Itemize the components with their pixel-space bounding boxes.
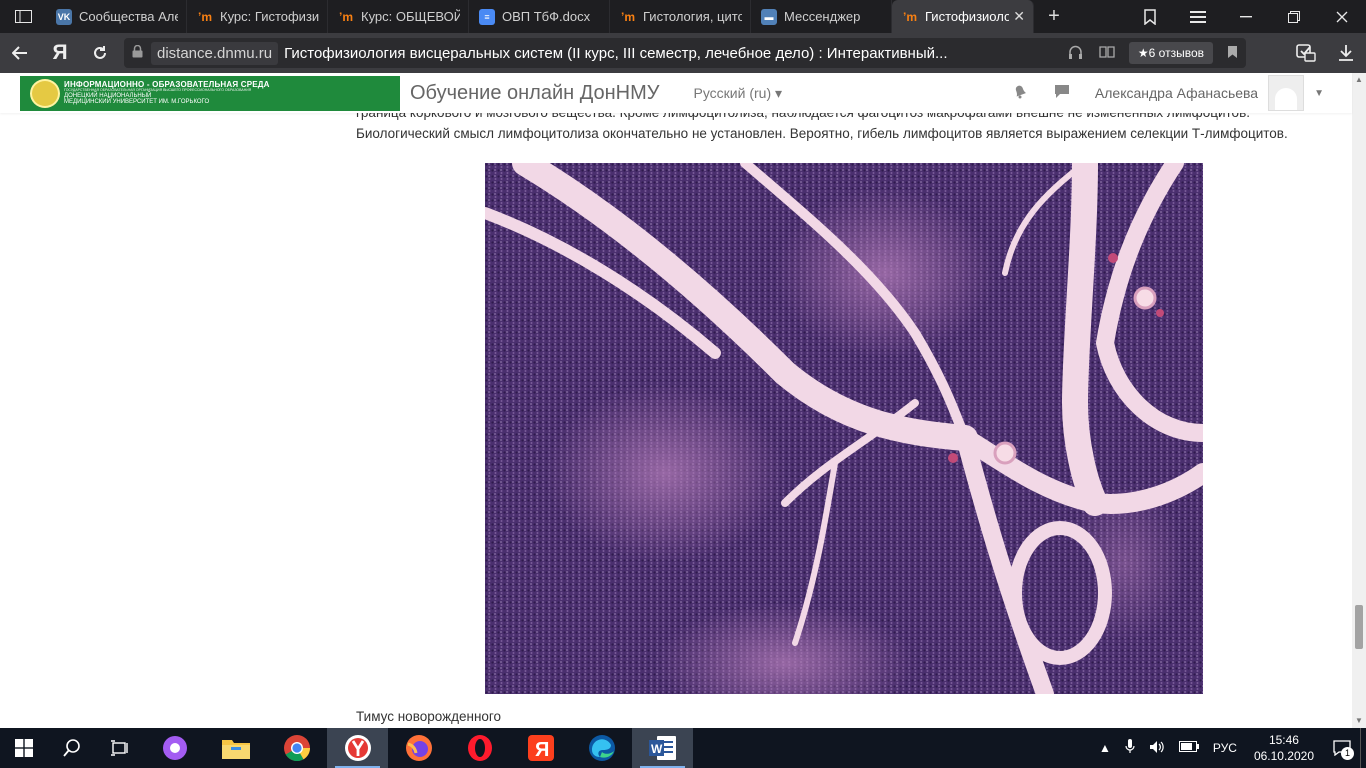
bookmark-add-icon[interactable] <box>1227 45 1238 62</box>
download-icon[interactable] <box>1326 33 1366 73</box>
image-caption: Тимус новорожденного <box>356 709 502 724</box>
user-name[interactable]: Александра Афанасьева <box>1095 85 1258 101</box>
address-bar: Я distance.dnmu.ru Гистофизиология висце… <box>0 33 1366 73</box>
new-tab-button[interactable]: + <box>1034 0 1074 33</box>
page-scrollbar[interactable]: ▲ ▼ <box>1352 73 1366 728</box>
close-tab-icon[interactable]: ✕ <box>1013 8 1025 25</box>
main-content: граница коркового и мозгового вещества. … <box>0 113 1352 728</box>
show-desktop-button[interactable] <box>1360 728 1366 768</box>
firefox-icon[interactable] <box>388 728 449 768</box>
tab-title: Гистофизиоло <box>925 9 1010 24</box>
tab-title: Курс: Гистофизи <box>220 9 319 24</box>
tab-title: ОВП ТбФ.docx <box>502 9 591 24</box>
chevron-up-icon[interactable]: ▲ <box>1099 741 1111 755</box>
battery-icon[interactable] <box>1178 741 1199 755</box>
default-user-icon <box>1275 88 1298 110</box>
reload-icon[interactable] <box>80 33 120 73</box>
language-label: Русский ‎(ru)‎ <box>693 84 772 101</box>
reviews-count: 6 отзывов <box>1148 46 1204 60</box>
doc-icon: ≡ <box>479 8 495 25</box>
scrollbar-thumb[interactable] <box>1355 605 1363 649</box>
keyboard-language[interactable]: РУС <box>1213 741 1237 755</box>
minimize-icon[interactable] <box>1222 0 1270 33</box>
browser-tab[interactable]: ʼm Гистология, цито <box>610 0 751 33</box>
lesson-paragraph: граница коркового и мозгового вещества. … <box>356 113 1288 141</box>
messages-icon[interactable] <box>1041 84 1083 103</box>
back-icon[interactable] <box>0 33 40 73</box>
yandex-browser-icon[interactable] <box>327 728 388 768</box>
chrome-icon[interactable] <box>266 728 327 768</box>
browser-tab-strip: VK Сообщества Але ʼm Курс: Гистофизи ʼm … <box>0 0 1366 33</box>
tab-title: Мессенджер <box>784 9 861 24</box>
yandex-logo-icon[interactable]: Я <box>40 33 80 73</box>
url-page-title: Гистофизиология висцеральных систем (II … <box>284 44 948 62</box>
reviews-badge[interactable]: ★6 отзывов <box>1128 42 1213 64</box>
language-menu[interactable]: Русский ‎(ru)‎ ▾ <box>694 85 783 102</box>
browser-tab[interactable]: ▬ Мессенджер <box>751 0 892 33</box>
user-menu-caret-icon[interactable]: ▼ <box>1314 88 1324 99</box>
clock-date: 06.10.2020 <box>1253 749 1314 763</box>
window-controls <box>1126 0 1366 33</box>
system-tray: ▲ РУС 15:46 06.10.2020 1 <box>1092 728 1366 768</box>
browser-tab[interactable]: ʼm Курс: ОБЩЕВОЙ <box>328 0 469 33</box>
logo-university-line2: МЕДИЦИНСКИЙ УНИВЕРСИТЕТ ИМ. М.ГОРЬКОГО <box>64 99 210 106</box>
close-window-icon[interactable] <box>1318 0 1366 33</box>
microphone-icon[interactable] <box>1125 739 1135 757</box>
vk-icon: VK <box>56 8 72 25</box>
tab-title: Сообщества Але <box>79 9 178 24</box>
moodle-icon: ʼm <box>338 9 353 24</box>
moodle-icon: ʼm <box>620 9 635 24</box>
bookmarks-icon[interactable] <box>1126 0 1174 33</box>
notification-center-icon[interactable]: 1 <box>1324 740 1360 760</box>
tab-title: Курс: ОБЩЕВОЙ <box>361 9 460 24</box>
menu-icon[interactable] <box>1174 0 1222 33</box>
restore-icon[interactable] <box>1270 0 1318 33</box>
search-icon[interactable] <box>48 728 96 768</box>
scroll-up-icon[interactable]: ▲ <box>1352 73 1366 87</box>
protect-icon[interactable] <box>1286 33 1326 73</box>
site-logo[interactable]: ИНФОРМАЦИОННО - ОБРАЗОВАТЕЛЬНАЯ СРЕДА ГО… <box>20 75 400 111</box>
lock-icon[interactable] <box>132 44 143 61</box>
sidebar-toggle-icon[interactable] <box>0 0 46 33</box>
scroll-down-icon[interactable]: ▼ <box>1352 714 1366 728</box>
thymus-histology-image <box>485 163 1203 694</box>
url-domain: distance.dnmu.ru <box>151 41 279 65</box>
task-view-icon[interactable] <box>96 728 144 768</box>
notifications-bell-icon[interactable] <box>999 83 1041 103</box>
svg-text:Я: Я <box>535 739 549 761</box>
browser-tab[interactable]: VK Сообщества Але <box>46 0 187 33</box>
reader-mode-icon[interactable] <box>1099 45 1115 61</box>
star-icon: ★ <box>1137 46 1149 60</box>
moodle-icon: ʼm <box>197 9 212 24</box>
headphones-icon[interactable] <box>1068 45 1083 62</box>
browser-tab[interactable]: ≡ ОВП ТбФ.docx <box>469 0 610 33</box>
yandex-icon[interactable]: Я <box>510 728 571 768</box>
clock[interactable]: 15:46 06.10.2020 <box>1254 732 1314 764</box>
svg-text:W: W <box>651 742 663 756</box>
site-name[interactable]: Обучение онлайн ДонНМУ <box>410 82 660 105</box>
caret-down-icon: ▾ <box>775 84 783 101</box>
url-field[interactable]: distance.dnmu.ru Гистофизиология висцера… <box>124 38 1246 68</box>
logo-subtitle: ГОСУДАРСТВЕННАЯ ОБРАЗОВАТЕЛЬНАЯ ОРГАНИЗА… <box>64 88 252 93</box>
volume-icon[interactable] <box>1149 740 1165 757</box>
messenger-icon: ▬ <box>761 8 777 25</box>
windows-start-icon[interactable] <box>0 728 48 768</box>
tab-title: Гистология, цито <box>643 9 742 24</box>
edge-icon[interactable] <box>571 728 632 768</box>
clock-time: 15:46 <box>1268 733 1299 747</box>
windows-taskbar: Я W ▲ РУС 15:46 06.10.2020 1 <box>0 728 1366 768</box>
notification-count: 1 <box>1341 747 1354 760</box>
moodle-icon: ʼm <box>902 9 917 24</box>
opera-icon[interactable] <box>449 728 510 768</box>
word-icon[interactable]: W <box>632 728 693 768</box>
browser-tab[interactable]: ʼm Курс: Гистофизи <box>187 0 328 33</box>
browser-tab-active[interactable]: ʼm Гистофизиоло ✕ <box>892 0 1034 33</box>
university-emblem-icon <box>30 78 60 108</box>
file-explorer-icon[interactable] <box>205 728 266 768</box>
avatar[interactable] <box>1268 75 1305 111</box>
site-header: ИНФОРМАЦИОННО - ОБРАЗОВАТЕЛЬНАЯ СРЕДА ГО… <box>0 73 1352 113</box>
alice-icon[interactable] <box>144 728 205 768</box>
